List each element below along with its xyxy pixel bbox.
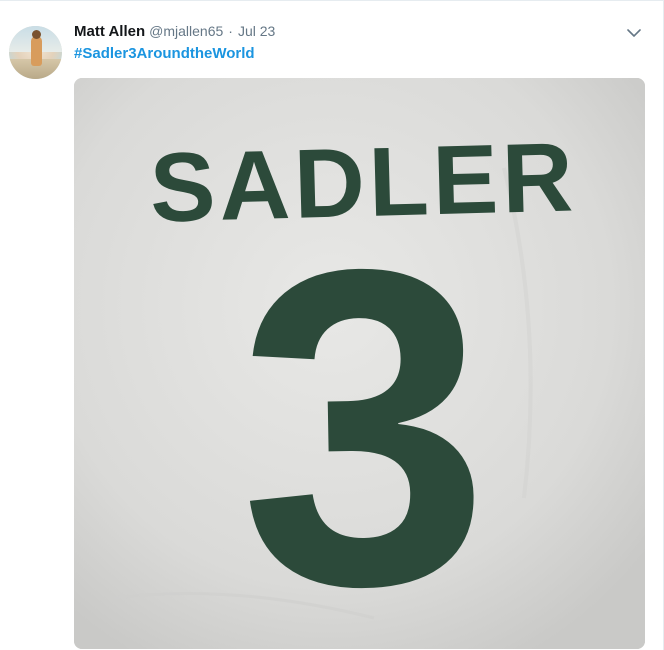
avatar[interactable] <box>9 26 62 79</box>
author-name[interactable]: Matt Allen <box>74 23 145 40</box>
tweet-date[interactable]: Jul 23 <box>238 23 275 39</box>
chevron-down-icon[interactable] <box>626 25 642 41</box>
tweet-header: Matt Allen @mjallen65 · Jul 23 <box>74 23 275 43</box>
separator-dot: · <box>228 23 233 39</box>
hashtag-link[interactable]: #Sadler3AroundtheWorld <box>74 45 255 62</box>
tweet-card[interactable]: Matt Allen @mjallen65 · Jul 23 #Sadler3A… <box>0 0 664 650</box>
avatar-figure <box>31 36 42 66</box>
author-handle[interactable]: @mjallen65 <box>149 23 223 39</box>
jersey-image: SADLER 3 <box>74 78 645 649</box>
tweet-photo[interactable]: SADLER 3 <box>74 78 645 649</box>
jersey-number-text: 3 <box>234 175 493 649</box>
avatar-figure-head <box>32 30 41 39</box>
